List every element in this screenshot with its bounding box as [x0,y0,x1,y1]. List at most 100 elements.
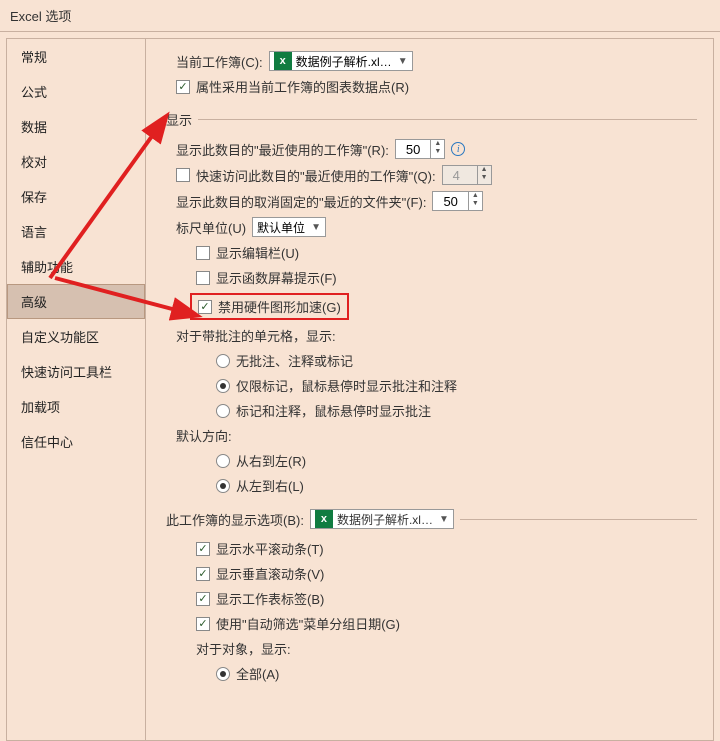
recent-folders-value: 50 [433,192,467,210]
comments-radio-none[interactable] [216,354,230,368]
comments-radio-indicator-label: 仅限标记，鼠标悬停时显示批注和注释 [236,376,457,395]
sidebar: 常规 公式 数据 校对 保存 语言 辅助功能 高级 自定义功能区 快速访问工具栏… [6,38,146,741]
comments-radio-full[interactable] [216,404,230,418]
vscroll-checkbox[interactable]: ✓ [196,567,210,581]
recent-folders-spinner[interactable]: 50 ▲▼ [432,191,482,211]
sidebar-item-data[interactable]: 数据 [7,109,145,144]
quick-access-label: 快速访问此数目的"最近使用的工作簿"(Q): [196,166,436,185]
disable-hw-accel-label: 禁用硬件图形加速(G) [218,297,341,316]
objects-head-row: 对于对象，显示: [196,639,697,658]
hscroll-row: ✓ 显示水平滚动条(T) [196,539,697,558]
current-workbook-row: 当前工作簿(C): 数据例子解析.xl… ▼ [176,51,697,71]
vscroll-row: ✓ 显示垂直滚动条(V) [196,564,697,583]
quick-access-value: 4 [443,166,477,184]
direction-rtl-label: 从右到左(R) [236,451,306,470]
comments-head-row: 对于带批注的单元格，显示: [176,326,697,345]
show-fn-tips-checkbox[interactable] [196,271,210,285]
spinner-buttons[interactable]: ▲▼ [468,192,482,210]
obj-all-label: 全部(A) [236,664,279,683]
direction-ltr-radio[interactable] [216,479,230,493]
comments-radio2-row: 仅限标记，鼠标悬停时显示批注和注释 [216,376,697,395]
autofilter-checkbox[interactable]: ✓ [196,617,210,631]
info-icon[interactable] [451,142,465,156]
show-fn-tips-label: 显示函数屏幕提示(F) [216,268,337,287]
recent-wb-value: 50 [396,140,430,158]
section-workbook-head: 此工作簿的显示选项(B): 数据例子解析.xl… ▼ [166,509,697,529]
sidebar-item-formulas[interactable]: 公式 [7,74,145,109]
chevron-down-icon: ▼ [311,222,321,233]
recent-wb-label: 显示此数目的"最近使用的工作簿"(R): [176,140,389,159]
current-workbook-combo[interactable]: 数据例子解析.xl… ▼ [269,51,413,71]
show-fn-tips-row: 显示函数屏幕提示(F) [196,268,697,287]
comments-radio-indicator[interactable] [216,379,230,393]
quick-access-spinner: 4 ▲▼ [442,165,492,185]
tabs-row: ✓ 显示工作表标签(B) [196,589,697,608]
show-formula-bar-checkbox[interactable] [196,246,210,260]
excel-icon [274,52,292,70]
disable-hw-accel-checkbox[interactable]: ✓ [198,300,212,314]
comments-radio3-row: 标记和注释，鼠标悬停时显示批注 [216,401,697,420]
section-divider [460,519,697,520]
section-workbook-value: 数据例子解析.xl… [337,511,433,528]
show-formula-bar-label: 显示编辑栏(U) [216,243,299,262]
sidebar-item-customize-ribbon[interactable]: 自定义功能区 [7,319,145,354]
current-workbook-label: 当前工作簿(C): [176,52,263,71]
sidebar-item-language[interactable]: 语言 [7,214,145,249]
comments-head-label: 对于带批注的单元格，显示: [176,326,336,345]
tabs-label: 显示工作表标签(B) [216,589,324,608]
recent-folders-label: 显示此数目的取消固定的"最近的文件夹"(F): [176,192,426,211]
props-follow-row: ✓ 属性采用当前工作簿的图表数据点(R) [176,77,697,96]
section-workbook-combo[interactable]: 数据例子解析.xl… ▼ [310,509,454,529]
direction-head-row: 默认方向: [176,426,697,445]
recent-wb-row: 显示此数目的"最近使用的工作簿"(R): 50 ▲▼ [176,139,697,159]
sidebar-item-addins[interactable]: 加载项 [7,389,145,424]
obj-all-row: 全部(A) [216,664,697,683]
props-follow-checkbox[interactable]: ✓ [176,80,190,94]
sidebar-item-save[interactable]: 保存 [7,179,145,214]
comments-radio-none-label: 无批注、注释或标记 [236,351,353,370]
comments-radio1-row: 无批注、注释或标记 [216,351,697,370]
quick-access-row: 快速访问此数目的"最近使用的工作簿"(Q): 4 ▲▼ [176,165,697,185]
sidebar-item-accessibility[interactable]: 辅助功能 [7,249,145,284]
direction-rtl-radio[interactable] [216,454,230,468]
autofilter-label: 使用"自动筛选"菜单分组日期(G) [216,614,400,633]
sidebar-item-advanced[interactable]: 高级 [7,284,145,319]
direction-head-label: 默认方向: [176,426,232,445]
ruler-value: 默认单位 [257,219,305,236]
direction-rtl-row: 从右到左(R) [216,451,697,470]
section-workbook-title: 此工作簿的显示选项(B): [166,510,304,529]
annotation-highlight-box: ✓ 禁用硬件图形加速(G) [190,293,349,320]
show-formula-bar-row: 显示编辑栏(U) [196,243,697,262]
ruler-row: 标尺单位(U) 默认单位 ▼ [176,217,697,237]
spinner-buttons[interactable]: ▲▼ [430,140,444,158]
sidebar-item-quick-access[interactable]: 快速访问工具栏 [7,354,145,389]
disable-hw-accel-row: ✓ 禁用硬件图形加速(G) [190,293,697,320]
spinner-buttons: ▲▼ [477,166,491,184]
chevron-down-icon: ▼ [398,56,408,67]
hscroll-label: 显示水平滚动条(T) [216,539,324,558]
sidebar-item-trust-center[interactable]: 信任中心 [7,424,145,459]
sidebar-item-general[interactable]: 常规 [7,39,145,74]
props-follow-label: 属性采用当前工作簿的图表数据点(R) [196,77,409,96]
recent-folders-row: 显示此数目的取消固定的"最近的文件夹"(F): 50 ▲▼ [176,191,697,211]
section-display-title: 显示 [166,110,192,129]
hscroll-checkbox[interactable]: ✓ [196,542,210,556]
vscroll-label: 显示垂直滚动条(V) [216,564,324,583]
dialog-body: 常规 公式 数据 校对 保存 语言 辅助功能 高级 自定义功能区 快速访问工具栏… [0,32,720,741]
excel-icon [315,510,333,528]
direction-ltr-label: 从左到右(L) [236,476,304,495]
obj-all-radio[interactable] [216,667,230,681]
sidebar-item-proofing[interactable]: 校对 [7,144,145,179]
current-workbook-value: 数据例子解析.xl… [296,53,392,70]
ruler-combo[interactable]: 默认单位 ▼ [252,217,326,237]
quick-access-checkbox[interactable] [176,168,190,182]
section-display-head: 显示 [166,110,697,129]
comments-radio-full-label: 标记和注释，鼠标悬停时显示批注 [236,401,431,420]
objects-head-label: 对于对象，显示: [196,639,291,658]
ruler-label: 标尺单位(U) [176,218,246,237]
section-divider [198,119,697,120]
tabs-checkbox[interactable]: ✓ [196,592,210,606]
main-panel: 当前工作簿(C): 数据例子解析.xl… ▼ ✓ 属性采用当前工作簿的图表数据点… [146,38,714,741]
recent-wb-spinner[interactable]: 50 ▲▼ [395,139,445,159]
chevron-down-icon: ▼ [439,514,449,525]
